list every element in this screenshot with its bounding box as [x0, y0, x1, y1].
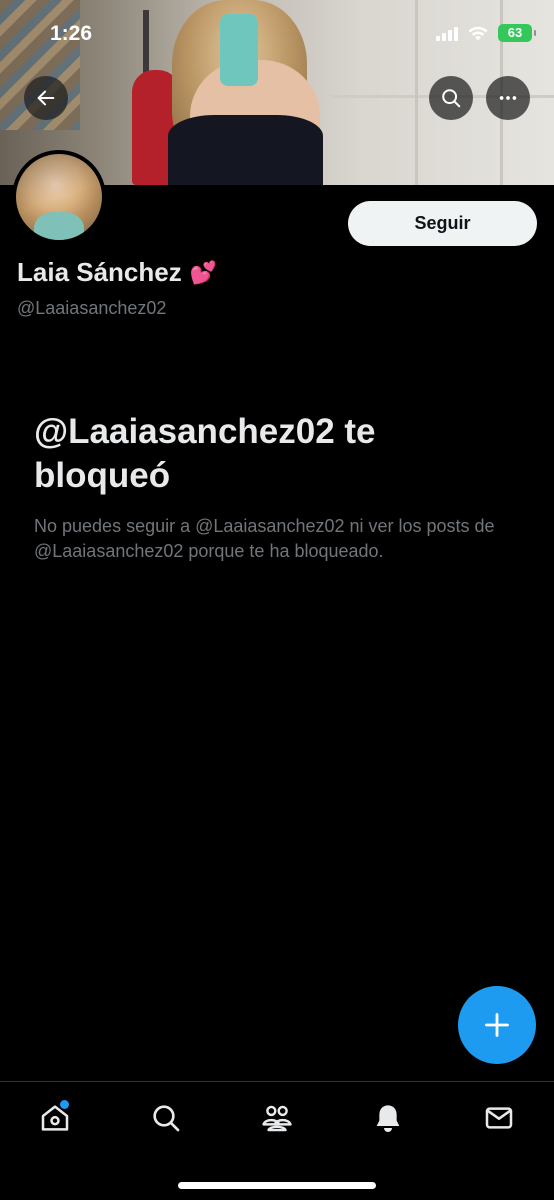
arrow-left-icon	[37, 90, 55, 106]
back-button[interactable]	[24, 76, 68, 120]
profile-name: Laia Sánchez 💕	[17, 257, 217, 288]
profile-name-emoji: 💕	[189, 259, 218, 285]
search-icon	[153, 1105, 180, 1132]
search-button[interactable]	[429, 76, 473, 120]
bottom-navigation	[0, 1081, 554, 1200]
home-indicator[interactable]	[178, 1182, 376, 1189]
battery-icon: 63	[498, 24, 536, 42]
search-icon	[442, 89, 461, 108]
profile-avatar[interactable]	[12, 150, 106, 244]
nav-home[interactable]	[30, 1096, 80, 1140]
follow-button[interactable]: Seguir	[348, 201, 537, 246]
communities-icon	[262, 1105, 292, 1132]
compose-post-button[interactable]	[458, 986, 536, 1064]
blocked-description: No puedes seguir a @Laaiasanchez02 ni ve…	[34, 516, 495, 561]
wifi-icon	[468, 26, 488, 41]
nav-search[interactable]	[141, 1096, 191, 1140]
nav-messages[interactable]	[474, 1096, 524, 1140]
nav-notifications[interactable]	[363, 1096, 413, 1140]
bell-icon	[376, 1105, 400, 1132]
profile-display-name: Laia Sánchez	[17, 257, 182, 287]
notification-dot	[60, 1100, 69, 1109]
more-horizontal-icon	[499, 96, 517, 100]
status-bar: 1:26 63	[0, 0, 554, 70]
more-options-button[interactable]	[486, 76, 530, 120]
battery-level: 63	[507, 25, 523, 40]
mail-icon	[485, 1107, 513, 1129]
plus-icon	[485, 1013, 509, 1037]
nav-communities[interactable]	[252, 1096, 302, 1140]
blocked-title: @Laaiasanchez02 te bloqueó	[34, 412, 376, 495]
status-icons: 63	[436, 24, 536, 42]
profile-handle: @Laaiasanchez02	[17, 298, 167, 318]
status-time: 1:26	[50, 22, 93, 45]
banner-garment	[168, 115, 323, 185]
cellular-signal-icon	[436, 25, 458, 41]
profile-screen: 1:26 63 Seguir Laia Sánchez 💕 @Laaiasanc…	[0, 0, 554, 1200]
